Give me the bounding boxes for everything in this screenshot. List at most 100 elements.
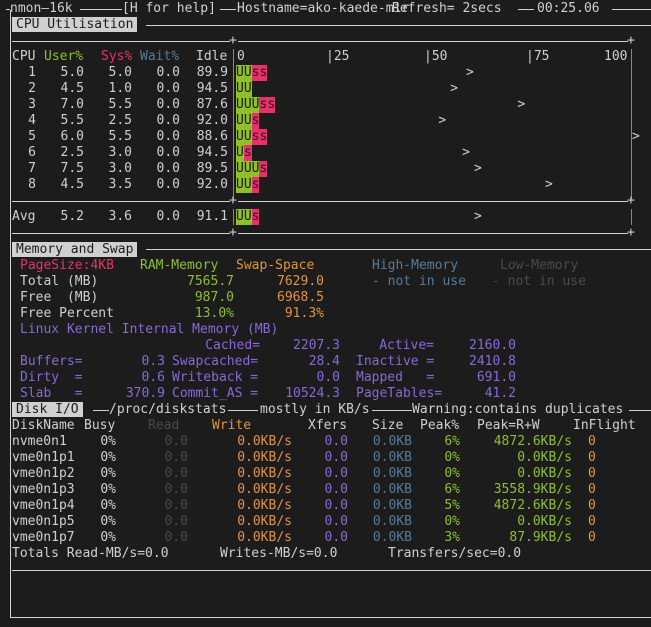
avg-wait: 0.0: [156, 209, 180, 224]
user-bar-segment: UU: [236, 177, 252, 193]
grid-plus: +: [229, 225, 237, 240]
disk-peak-rw: 0.0KB/s: [517, 466, 572, 481]
disk-inflight: 0: [588, 466, 596, 481]
cpu-bar: UUs: [236, 113, 260, 129]
disk-row: vme0n1p4 0% 0.0 0.0KB/s 0.0 0.0KB 5% 4872.6KB/s…: [0, 498, 651, 514]
cpu-user: 4.5: [60, 177, 84, 192]
cpu-user: 2.5: [60, 145, 84, 160]
cpu-wait: 0.0: [156, 177, 180, 192]
user-bar-segment: UUU: [236, 161, 260, 177]
avg-label: Avg: [12, 209, 36, 224]
avg-user: 5.2: [60, 209, 84, 224]
title-bar: nmon—16k [H for help] Hostname=ako-kaede…: [0, 1, 651, 17]
memory-row-label: Free Percent: [20, 306, 114, 321]
cpu-row: 8 4.5 3.5 0.0 92.0 UUs >: [0, 177, 651, 193]
cpu-id: 6: [28, 145, 36, 160]
disk-row: vme0n1p1 0% 0.0 0.0KB/s 0.0 0.0KB 0% 0.0KB/s 0: [0, 450, 651, 466]
cpu-sys: 3.5: [108, 177, 132, 192]
peak-marker: >: [517, 97, 526, 112]
header-sys: Sys%: [101, 49, 133, 64]
cpu-avg-row: Avg 5.2 3.6 0.0 91.1 UUs >: [0, 209, 651, 225]
disk-peak-rw: 4872.6KB/s: [493, 498, 572, 513]
cpu-id: 4: [28, 113, 36, 128]
cpu-sys: 5.5: [108, 97, 132, 112]
user-bar-segment: UU: [236, 65, 252, 81]
cpu-row: 4 5.5 2.5 0.0 92.0 UUs >: [0, 113, 651, 129]
user-bar-segment: UU: [236, 81, 252, 97]
peak-marker: >: [450, 81, 459, 96]
avg-idle: 91.1: [196, 209, 228, 224]
memory-header-row: PageSize:4KB RAM-Memory Swap-Space High-…: [0, 258, 651, 274]
cpu-id: 3: [28, 97, 36, 112]
header-read: Read: [148, 418, 180, 433]
user-bar-segment: UU: [236, 129, 252, 145]
high-memory-header: High-Memory: [372, 258, 459, 273]
cpu-bar: UU: [236, 81, 252, 97]
cpu-id: 5: [28, 129, 36, 144]
header-wait: Wait%: [140, 49, 180, 64]
cpu-wait: 0.0: [156, 161, 180, 176]
kernel-memory-row: Buffers= 0.3 Swapcached= 28.4 Inactive = 2410…: [0, 354, 651, 370]
cpu-user: 5.0: [60, 65, 84, 80]
sys-bar-segment: s: [243, 145, 252, 161]
cpu-idle: 92.0: [196, 177, 228, 192]
user-bar-segment: U: [236, 145, 244, 161]
hostname: Hostname=ako-kaede-mir: [237, 1, 410, 16]
cpu-id: 2: [28, 81, 36, 96]
kernel-memory-row: Cached= 2207.3 Active= 2160.0: [0, 338, 651, 354]
scale-50: |50: [424, 49, 448, 64]
disk-row: vme0n1p3 0% 0.0 0.0KB/s 0.0 0.0KB 6% 3558.9KB/s…: [0, 482, 651, 498]
peak-marker: >: [631, 129, 640, 144]
disk-header-row: DiskName Busy Read Write Xfers Size Peak…: [0, 418, 651, 434]
disk-peak-rw: 87.9KB/s: [509, 530, 572, 545]
header-busy: Busy: [84, 418, 116, 433]
peak-marker: >: [438, 113, 447, 128]
cpu-idle: 89.5: [196, 161, 228, 176]
scale-0: 0: [237, 49, 245, 64]
disk-warning: Warning:contains duplicates: [412, 402, 624, 417]
peak-marker: >: [462, 145, 470, 160]
cpu-sys: 5.5: [108, 129, 132, 144]
disk-peak-rw: 0.0KB/s: [517, 450, 572, 465]
memory-row-label: Free (MB): [20, 290, 99, 305]
kernel-value: 2160.0: [469, 338, 516, 353]
grid-plus: +: [229, 33, 237, 48]
user-bar-segment: UU: [236, 113, 252, 129]
disk-row: vme0n1p2 0% 0.0 0.0KB/s 0.0 0.0KB 0% 0.0KB/s 0: [0, 466, 651, 482]
header-peak: Peak%: [420, 418, 460, 433]
cpu-idle: 88.6: [196, 129, 228, 144]
header-idle: Idle: [196, 49, 228, 64]
cpu-bar: UUUs: [236, 161, 268, 177]
totals-read: Totals Read-MB/s=0.0: [12, 546, 169, 561]
cpu-user: 5.5: [60, 113, 84, 128]
cpu-user: 4.5: [60, 81, 84, 96]
cpu-wait: 0.0: [156, 97, 180, 112]
kernel-memory-row: Slab = 370.9 Commit_AS = 10524.3 PageTables=…: [0, 386, 651, 402]
cpu-idle: 92.0: [196, 113, 228, 128]
refresh-rate: Refresh= 2secs: [392, 1, 502, 16]
swap-header: Swap-Space: [236, 258, 315, 273]
disk-bottom-line: [12, 570, 651, 571]
kernel-memory-title: Linux Kernel Internal Memory (MB): [20, 322, 279, 337]
avg-bar: UUs: [236, 209, 260, 225]
totals-writes: Writes-MB/s=0.0: [220, 546, 338, 561]
disk-totals: Totals Read-MB/s=0.0 Writes-MB/s=0.0 Tra…: [0, 546, 651, 562]
cpu-bar: UUUss: [236, 97, 276, 113]
cpu-row: 7 7.5 3.0 0.0 89.5 UUUs >: [0, 161, 651, 177]
help-hint: [H for help]: [122, 1, 216, 16]
scale-75: |75: [526, 49, 550, 64]
ram-value: 13.0%: [194, 306, 234, 321]
disk-inflight: 0: [588, 498, 596, 513]
disk-peak-rw: 0.0KB/s: [517, 514, 572, 529]
cpu-idle: 89.9: [196, 65, 228, 80]
memory-row: Free Percent 13.0% 91.3%: [0, 306, 360, 322]
peak-marker: >: [545, 177, 553, 192]
cpu-bar: UUs: [236, 177, 260, 193]
elapsed-time: 00:25.06: [537, 1, 600, 16]
user-bar-segment: UUU: [236, 97, 260, 113]
cpu-wait: 0.0: [156, 65, 180, 80]
cpu-sys: 3.0: [108, 145, 132, 160]
cpu-header-row: CPU User% Sys% Wait% Idle 0 |25 |50 |75 …: [0, 49, 651, 65]
window-frame-bottom: [10, 617, 651, 618]
sys-bar-segment: s: [251, 113, 260, 129]
